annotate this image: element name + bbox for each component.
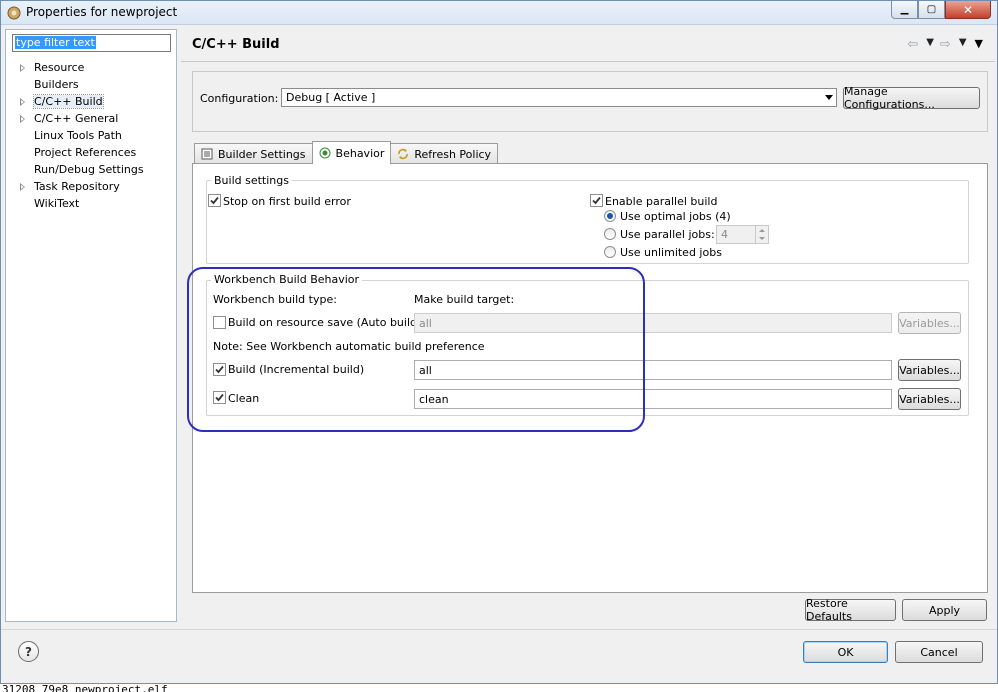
filter-input-text: type filter text — [15, 36, 96, 49]
tree-item-label: C/C++ General — [34, 112, 119, 125]
tree-item[interactable]: Run/Debug Settings — [6, 161, 176, 178]
tab-refresh-policy[interactable]: Refresh Policy — [390, 143, 499, 164]
tab-label: Refresh Policy — [414, 147, 492, 161]
expand-arrow-icon[interactable] — [20, 183, 25, 191]
build-settings-title: Build settings — [211, 174, 292, 187]
help-icon[interactable]: ? — [18, 641, 39, 662]
property-page-tree-pane: type filter text Resource Builders C/C++ B… — [5, 29, 177, 622]
optimal-jobs-radio[interactable] — [604, 210, 616, 222]
workbench-build-behavior-title: Workbench Build Behavior — [211, 273, 363, 286]
workbench-build-type-label: Workbench build type: — [213, 293, 337, 306]
clean-target-field[interactable]: clean — [414, 389, 892, 409]
maximize-button[interactable]: ▢ — [918, 1, 945, 19]
incremental-build-label: Build (Incremental build) — [228, 363, 365, 376]
app-icon — [6, 5, 22, 21]
spinner-up-icon — [759, 228, 765, 232]
parallel-jobs-radio[interactable] — [604, 228, 616, 240]
tree-item-label: Linux Tools Path — [34, 129, 122, 142]
tree-item-label: C/C++ Build — [33, 94, 104, 109]
workbench-note: Note: See Workbench automatic build pref… — [213, 340, 485, 353]
view-menu-icon[interactable]: ▼ — [975, 37, 983, 52]
footer-divider — [1, 629, 997, 630]
forward-icon[interactable]: ⇨ — [940, 37, 951, 52]
window-controls: ▁ ▢ ✕ — [891, 1, 991, 19]
filter-input[interactable]: type filter text — [12, 34, 171, 52]
manage-configurations-button[interactable]: Manage Configurations... — [843, 85, 980, 111]
incremental-build-target-field[interactable]: all — [414, 360, 892, 380]
property-page-tree: Resource Builders C/C++ Build C/C++ General… — [6, 59, 176, 212]
close-button[interactable]: ✕ — [945, 1, 991, 19]
optimal-jobs-label: Use optimal jobs (4) — [620, 210, 731, 223]
auto-build-variables-button[interactable]: Variables... — [898, 312, 961, 334]
page-title: C/C++ Build — [192, 37, 280, 52]
tab-bar: Builder Settings Behavior Refresh Policy — [194, 141, 499, 164]
minimize-button[interactable]: ▁ — [891, 1, 918, 19]
window-title: Properties for newproject — [26, 5, 178, 19]
configuration-select[interactable]: Debug [ Active ] — [281, 88, 837, 107]
background-console-text: 31208 79e8 newproject.elf — [2, 684, 168, 692]
tree-item-label: Task Repository — [34, 180, 120, 193]
incremental-build-variables-button[interactable]: Variables... — [898, 359, 961, 381]
configuration-label: Configuration: — [200, 92, 279, 105]
parallel-jobs-value: 4 — [721, 228, 728, 241]
configuration-value: Debug [ Active ] — [286, 91, 376, 104]
expand-arrow-icon[interactable] — [20, 98, 25, 106]
ok-button[interactable]: OK — [803, 641, 888, 663]
tree-item[interactable]: Project References — [6, 144, 176, 161]
parallel-jobs-spinner[interactable]: 4 — [716, 225, 769, 244]
auto-build-label: Build on resource save (Auto build) — [228, 316, 422, 329]
build-settings-group — [206, 180, 969, 264]
tree-item[interactable]: C/C++ General — [6, 110, 176, 127]
cancel-button[interactable]: Cancel — [895, 641, 983, 663]
clean-label: Clean — [228, 392, 260, 405]
tree-item-label: WikiText — [34, 197, 80, 210]
back-menu-icon[interactable]: ▼ — [926, 37, 934, 52]
auto-build-target-field[interactable]: all — [414, 313, 892, 333]
unlimited-jobs-radio[interactable] — [604, 246, 616, 258]
stop-on-error-label: Stop on first build error — [223, 195, 351, 208]
unlimited-jobs-label: Use unlimited jobs — [620, 246, 722, 259]
spinner-down-icon — [759, 237, 765, 241]
clean-variables-button[interactable]: Variables... — [898, 388, 961, 410]
tab-label: Behavior — [335, 146, 385, 160]
spinner-arrows[interactable] — [755, 226, 768, 243]
tab-builder-settings[interactable]: Builder Settings — [194, 143, 313, 164]
clean-checkbox[interactable] — [213, 391, 226, 404]
tab-label: Builder Settings — [218, 147, 306, 161]
stop-on-error-checkbox[interactable] — [208, 194, 221, 207]
make-build-target-label: Make build target: — [414, 293, 515, 306]
enable-parallel-build-checkbox[interactable] — [590, 194, 603, 207]
tree-item[interactable]: Builders — [6, 76, 176, 93]
auto-build-checkbox[interactable] — [213, 316, 226, 329]
tree-item[interactable]: Resource — [6, 59, 176, 76]
tree-item[interactable]: C/C++ Build — [6, 93, 176, 110]
properties-dialog: Properties for newproject ▁ ▢ ✕ type fil… — [0, 0, 998, 684]
tree-item-label: Project References — [34, 146, 137, 159]
page-navigation: ⇦ ▼ ⇨ ▼ ▼ — [907, 37, 983, 52]
tree-item[interactable]: WikiText — [6, 195, 176, 212]
parallel-jobs-label: Use parallel jobs: — [620, 228, 715, 241]
expand-arrow-icon[interactable] — [20, 64, 25, 72]
tree-item-label: Run/Debug Settings — [34, 163, 144, 176]
title-bar[interactable]: Properties for newproject ▁ ▢ ✕ — [1, 1, 997, 25]
header-divider — [181, 61, 995, 62]
tree-item-label: Builders — [34, 78, 79, 91]
apply-button[interactable]: Apply — [902, 599, 987, 621]
back-icon[interactable]: ⇦ — [907, 37, 918, 52]
restore-defaults-button[interactable]: Restore Defaults — [805, 597, 896, 623]
behavior-icon — [319, 147, 331, 159]
forward-menu-icon[interactable]: ▼ — [959, 37, 967, 52]
incremental-build-checkbox[interactable] — [213, 363, 226, 376]
tab-behavior[interactable]: Behavior — [311, 141, 392, 164]
expand-arrow-icon[interactable] — [20, 115, 25, 123]
tree-item[interactable]: Task Repository — [6, 178, 176, 195]
refresh-policy-icon — [397, 148, 409, 160]
chevron-down-icon — [825, 95, 833, 100]
builder-settings-icon — [201, 148, 213, 160]
enable-parallel-build-label: Enable parallel build — [605, 195, 718, 208]
tree-item[interactable]: Linux Tools Path — [6, 127, 176, 144]
tree-item-label: Resource — [34, 61, 85, 74]
